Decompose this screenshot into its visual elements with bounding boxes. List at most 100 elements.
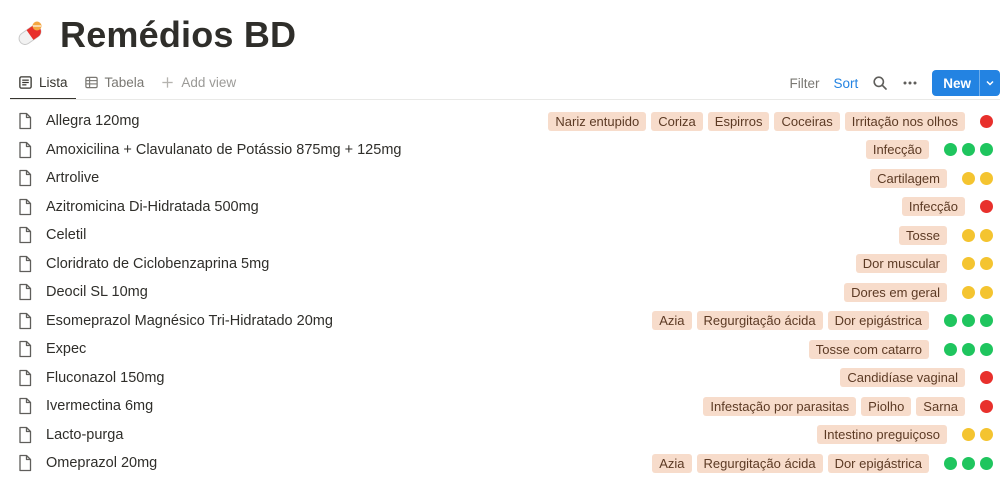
list-item[interactable]: Esomeprazol Magnésico Tri-Hidratado 20mg… — [10, 307, 1000, 336]
green-dot — [962, 456, 975, 470]
page-icon — [19, 284, 32, 301]
new-dropdown-button[interactable] — [979, 70, 1000, 96]
list-item[interactable]: Deocil SL 10mg Dores em geral — [10, 278, 1000, 307]
search-button[interactable] — [872, 75, 888, 91]
list-item[interactable]: Ivermectina 6mg Infestação por parasitas P… — [10, 392, 1000, 421]
rating-dots — [980, 114, 993, 128]
rating-dots — [944, 456, 993, 470]
medication-name: Cloridrato de Ciclobenzaprina 5mg — [46, 255, 270, 272]
row-properties: Dor muscular — [855, 254, 1000, 274]
red-dot — [980, 399, 993, 413]
view-tabs: Lista Tabela Add view — [10, 66, 244, 100]
symptom-tag: Dor epigástrica — [827, 453, 929, 473]
sort-button[interactable]: Sort — [833, 76, 858, 91]
list-item[interactable]: Cloridrato de Ciclobenzaprina 5mg Dor mus… — [10, 250, 1000, 279]
more-options-button[interactable] — [902, 75, 918, 91]
medication-name: Amoxicilina + Clavulanato de Potássio 87… — [46, 141, 402, 158]
red-dot — [980, 200, 993, 214]
toolbar-actions: Filter Sort New — [789, 70, 1000, 96]
symptom-tag: Azia — [652, 311, 692, 331]
page-icon — [19, 141, 32, 158]
list-icon — [19, 75, 32, 89]
list-item[interactable]: Fluconazol 150mg Candidíase vaginal — [10, 364, 1000, 393]
list-item[interactable]: Expec Tosse com catarro — [10, 335, 1000, 364]
tab-tabela[interactable]: Tabela — [76, 66, 153, 98]
medication-name: Celetil — [46, 227, 87, 244]
yellow-dot — [980, 428, 993, 442]
list-item[interactable]: Lacto-purga Intestino preguiçoso — [10, 421, 1000, 450]
pill-icon — [18, 21, 42, 45]
page-icon — [19, 198, 32, 215]
page-icon — [19, 170, 32, 187]
more-icon — [903, 81, 917, 85]
symptom-tag: Infecção — [901, 197, 965, 217]
list-item[interactable]: Artrolive Cartilagem — [10, 164, 1000, 193]
page-icon — [19, 255, 32, 272]
rating-dots — [980, 200, 993, 214]
rating-dots — [962, 257, 993, 271]
symptom-tag: Dor muscular — [855, 254, 947, 274]
tab-lista[interactable]: Lista — [10, 66, 76, 100]
list-item[interactable]: Amoxicilina + Clavulanato de Potássio 87… — [10, 136, 1000, 165]
symptom-tag: Irritação nos olhos — [844, 111, 965, 131]
rating-dots — [944, 314, 993, 328]
symptom-tag: Cartilagem — [870, 168, 947, 188]
green-dot — [980, 342, 993, 356]
medication-name: Azitromicina Di-Hidratada 500mg — [46, 198, 259, 215]
list-item[interactable]: Celetil Tosse — [10, 221, 1000, 250]
symptom-tag: Espirros — [707, 111, 770, 131]
list-item[interactable]: Allegra 120mg Nariz entupido Coriza Espirro… — [10, 107, 1000, 136]
symptom-tag: Coriza — [651, 111, 703, 131]
medication-name: Omeprazol 20mg — [46, 455, 158, 472]
green-dot — [944, 456, 957, 470]
symptom-tag: Coceiras — [774, 111, 840, 131]
symptom-tag: Tosse — [899, 225, 947, 245]
page-icon — [19, 113, 32, 130]
new-button[interactable]: New — [932, 70, 1000, 96]
list-item[interactable]: Omeprazol 20mg Azia Regurgitação ácida Dor … — [10, 449, 1000, 478]
symptom-tag: Dores em geral — [844, 282, 947, 302]
page-icon — [19, 398, 32, 415]
green-dot — [944, 143, 957, 157]
symptom-tag: Candidíase vaginal — [840, 368, 965, 388]
filter-button[interactable]: Filter — [789, 76, 819, 91]
symptom-tag: Infestação por parasitas — [703, 396, 857, 416]
rating-dots — [980, 371, 993, 385]
page-icon — [19, 455, 32, 472]
row-properties: Tosse com catarro — [808, 339, 1000, 359]
yellow-dot — [962, 171, 975, 185]
symptom-tag: Infecção — [865, 140, 929, 160]
add-view-button[interactable]: Add view — [152, 66, 244, 98]
medication-name: Expec — [46, 341, 87, 358]
rating-dots — [944, 143, 993, 157]
row-properties: Intestino preguiçoso — [816, 425, 1000, 445]
symptom-tag: Regurgitação ácida — [696, 453, 823, 473]
green-dot — [980, 456, 993, 470]
row-properties: Nariz entupido Coriza Espirros Coceiras Irri… — [548, 111, 1000, 131]
rating-dots — [962, 228, 993, 242]
new-button-label[interactable]: New — [932, 70, 979, 96]
symptom-tag: Sarna — [916, 396, 965, 416]
yellow-dot — [980, 171, 993, 185]
page-icon — [19, 341, 32, 358]
symptom-tag: Azia — [652, 453, 692, 473]
row-properties: Azia Regurgitação ácida Dor epigástrica — [652, 311, 1000, 331]
yellow-dot — [980, 228, 993, 242]
green-dot — [962, 314, 975, 328]
toolbar-divider — [10, 99, 1000, 100]
list-item[interactable]: Azitromicina Di-Hidratada 500mg Infecção — [10, 193, 1000, 222]
yellow-dot — [962, 428, 975, 442]
medication-name: Esomeprazol Magnésico Tri-Hidratado 20mg — [46, 312, 333, 329]
chevron-down-icon — [986, 80, 994, 86]
symptom-tag: Tosse com catarro — [808, 339, 929, 359]
green-dot — [980, 314, 993, 328]
medication-name: Lacto-purga — [46, 426, 124, 443]
green-dot — [944, 314, 957, 328]
medication-name: Artrolive — [46, 170, 100, 187]
rating-dots — [962, 285, 993, 299]
search-icon — [873, 76, 888, 90]
plus-icon — [162, 76, 173, 88]
green-dot — [962, 143, 975, 157]
page-icon — [19, 426, 32, 443]
page-title: Remédios BD — [60, 14, 297, 55]
